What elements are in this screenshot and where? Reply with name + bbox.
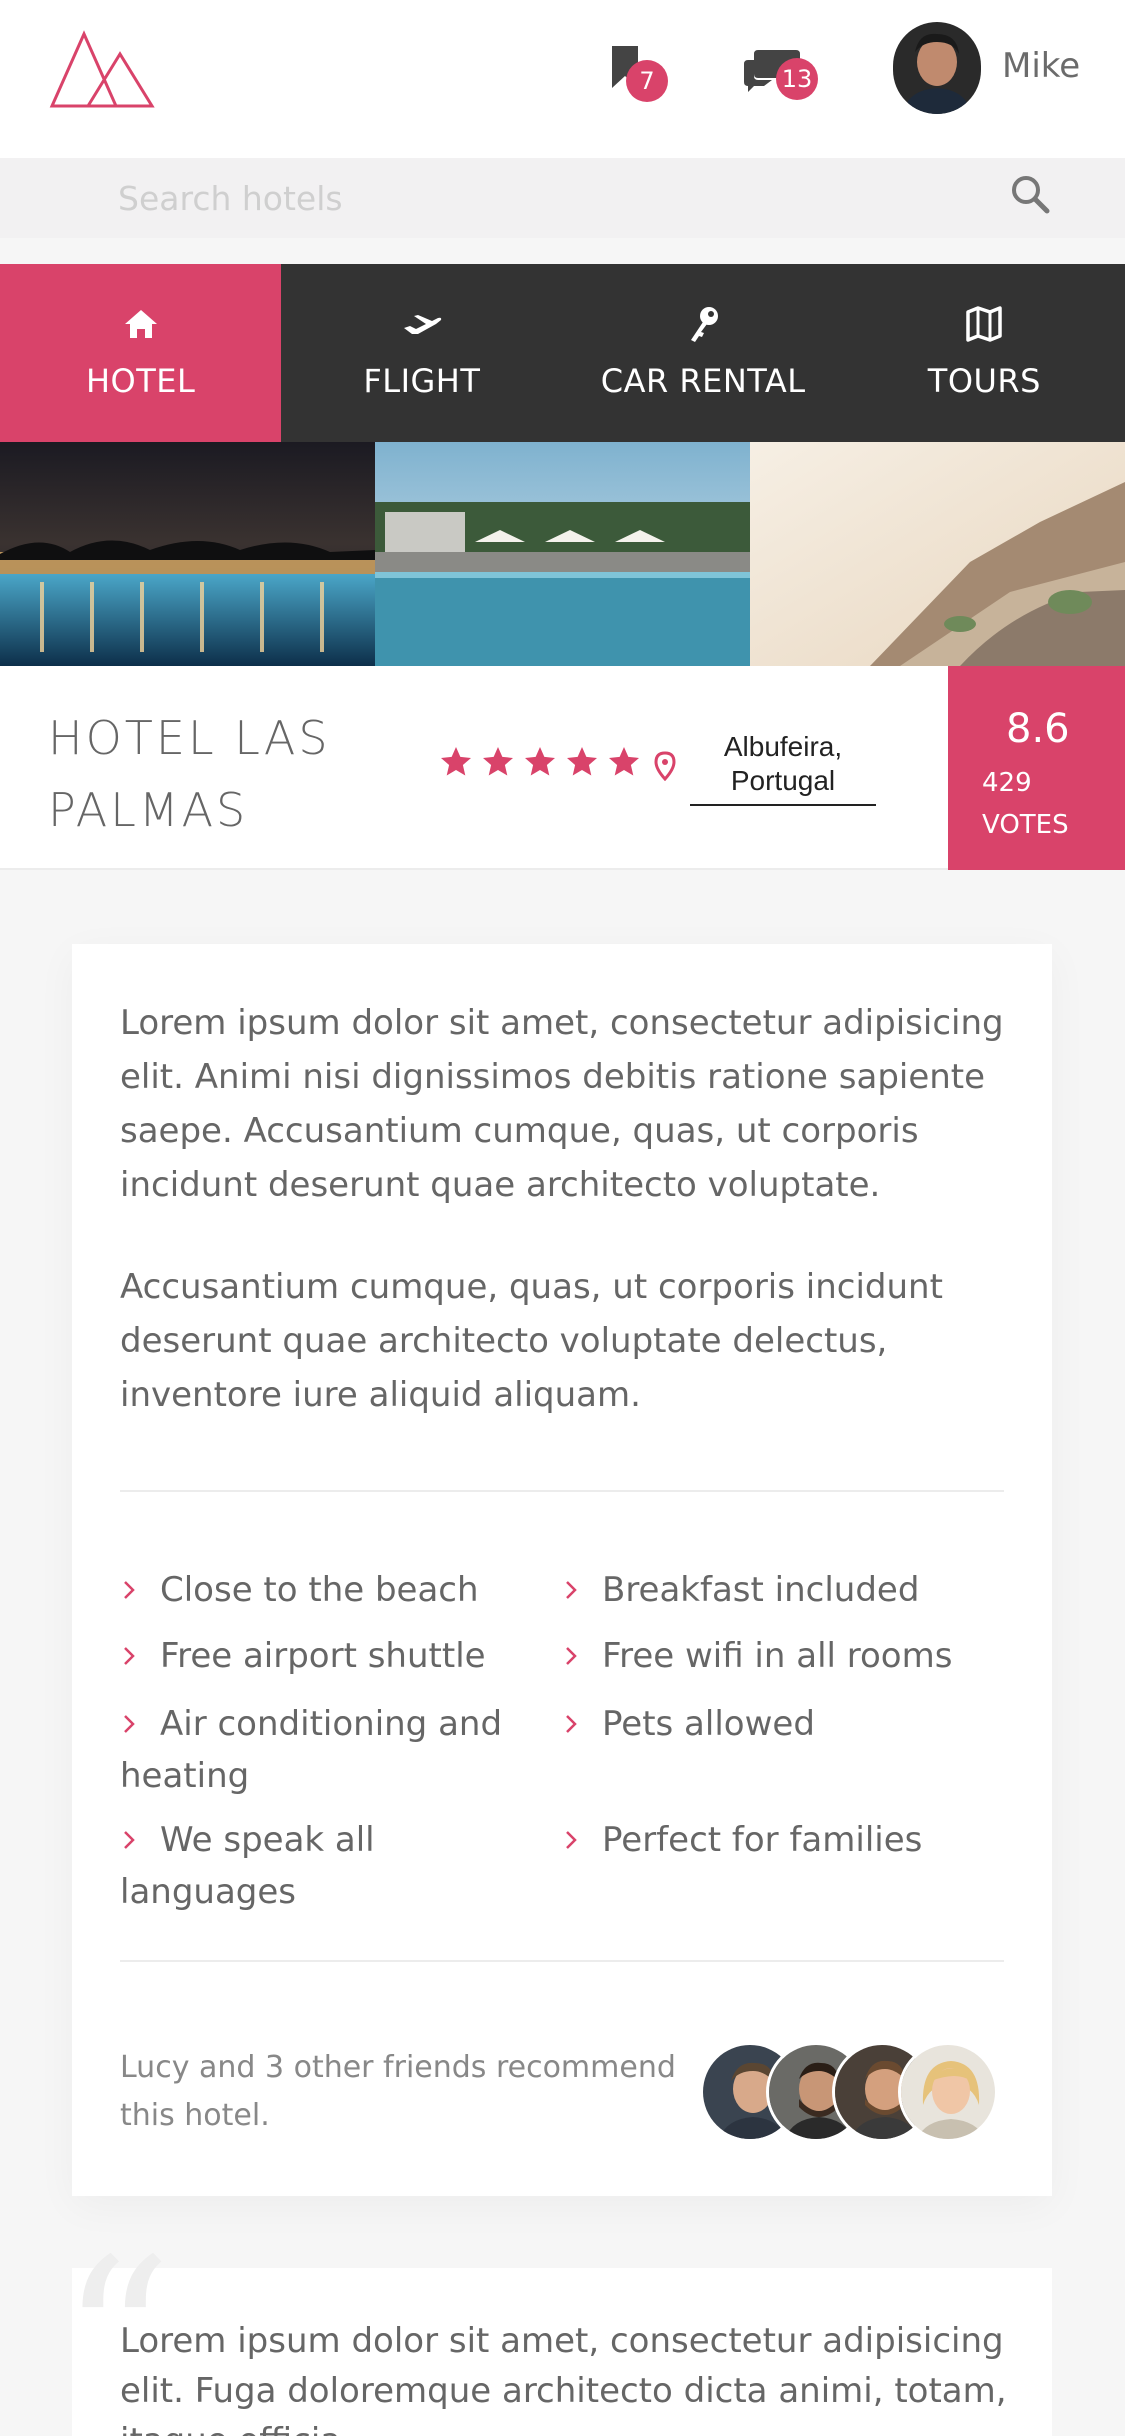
divider: [120, 1960, 1004, 1962]
divider: [120, 1490, 1004, 1492]
messages-badge: 13: [776, 58, 818, 100]
feature-item: Free airport shuttle: [120, 1630, 540, 1682]
key-icon: [691, 307, 719, 342]
hotel-photo-terrace[interactable]: [750, 442, 1125, 666]
feature-item: Perfect for families: [562, 1814, 1002, 1866]
user-avatar[interactable]: [893, 22, 981, 114]
chevron-right-icon: [566, 1831, 577, 1849]
tab-tours[interactable]: TOURS: [844, 264, 1125, 442]
review-quote-text: Lorem ipsum dolor sit amet, consectetur …: [120, 2321, 1007, 2436]
friends-recommendation: Lucy and 3 other friends recommend this …: [120, 2050, 676, 2133]
feature-item: Close to the beach: [120, 1564, 540, 1616]
hotel-name: HOTEL LAS PALMAS: [48, 711, 331, 837]
tab-flight[interactable]: FLIGHT: [281, 264, 562, 442]
star-icon: [525, 747, 555, 776]
feature-label: Air conditioning and heating: [120, 1704, 503, 1796]
top-header: 7 13 Mike: [0, 0, 1125, 158]
feature-label: Close to the beach: [160, 1570, 479, 1610]
star-icon: [441, 747, 471, 776]
votes-count: 429 VOTES: [982, 762, 1069, 846]
friends-avatars[interactable]: [700, 2042, 1000, 2142]
votes-label: VOTES: [982, 810, 1069, 840]
bookmarks-badge: 7: [626, 60, 668, 102]
username[interactable]: Mike: [1002, 46, 1080, 86]
friend-avatar[interactable]: [898, 2042, 998, 2142]
photo-gallery: [0, 442, 1125, 666]
score-value: 8.6: [1006, 706, 1070, 752]
chevron-right-icon: [124, 1831, 135, 1849]
plane-icon: [403, 315, 442, 334]
search-icon[interactable]: [1008, 172, 1052, 216]
feature-label: We speak all languages: [120, 1820, 375, 1912]
category-tabs: HOTEL FLIGHT CAR RENTAL TOURS: [0, 264, 1125, 442]
star-rating: [438, 744, 642, 788]
star-icon: [483, 747, 513, 776]
feature-item: We speak all languages: [120, 1814, 560, 1918]
feature-item: Free wifi in all rooms: [562, 1630, 1002, 1682]
search-input[interactable]: [118, 172, 968, 224]
hotel-details-card: Lorem ipsum dolor sit amet, consectetur …: [72, 944, 1052, 2196]
votes-number: 429: [982, 768, 1032, 798]
description-paragraph: Accusantium cumque, quas, ut corporis in…: [120, 1267, 943, 1415]
description-paragraph: Lorem ipsum dolor sit amet, consectetur …: [120, 1003, 1004, 1205]
feature-label: Breakfast included: [602, 1570, 920, 1610]
tab-label: FLIGHT: [363, 362, 481, 400]
logo-icon[interactable]: [48, 30, 160, 110]
chevron-right-icon: [124, 1647, 135, 1665]
location-pin-icon: [654, 751, 676, 781]
tab-car-rental[interactable]: CAR RENTAL: [563, 264, 844, 442]
tab-label: HOTEL: [85, 362, 196, 400]
star-icon: [567, 747, 597, 776]
star-icon: [609, 747, 639, 776]
chevron-right-icon: [124, 1581, 135, 1599]
feature-item: Breakfast included: [562, 1564, 1002, 1616]
feature-item: Air conditioning and heating: [120, 1698, 520, 1802]
tab-label: TOURS: [927, 362, 1041, 400]
home-icon: [124, 310, 157, 338]
tab-label: CAR RENTAL: [600, 362, 806, 400]
chevron-right-icon: [566, 1715, 577, 1733]
map-icon: [966, 306, 1003, 342]
hotel-photo-night-pool[interactable]: [0, 442, 375, 666]
feature-item: Pets allowed: [562, 1698, 1002, 1750]
chevron-right-icon: [124, 1715, 135, 1733]
chevron-right-icon: [566, 1581, 577, 1599]
tab-hotel[interactable]: HOTEL: [0, 264, 282, 442]
feature-label: Free wifi in all rooms: [602, 1636, 953, 1676]
messages-button[interactable]: 13: [740, 38, 830, 110]
feature-label: Free airport shuttle: [160, 1636, 486, 1676]
bookmarks-button[interactable]: 7: [600, 38, 680, 110]
score-box: 8.6 429 VOTES: [948, 666, 1125, 870]
hotel-location[interactable]: Albufeira, Portugal: [690, 730, 876, 806]
search-bar: [0, 158, 1125, 238]
chevron-right-icon: [566, 1647, 577, 1665]
feature-label: Perfect for families: [602, 1820, 923, 1860]
feature-label: Pets allowed: [602, 1704, 815, 1744]
hotel-photo-day-pool[interactable]: [375, 442, 750, 666]
